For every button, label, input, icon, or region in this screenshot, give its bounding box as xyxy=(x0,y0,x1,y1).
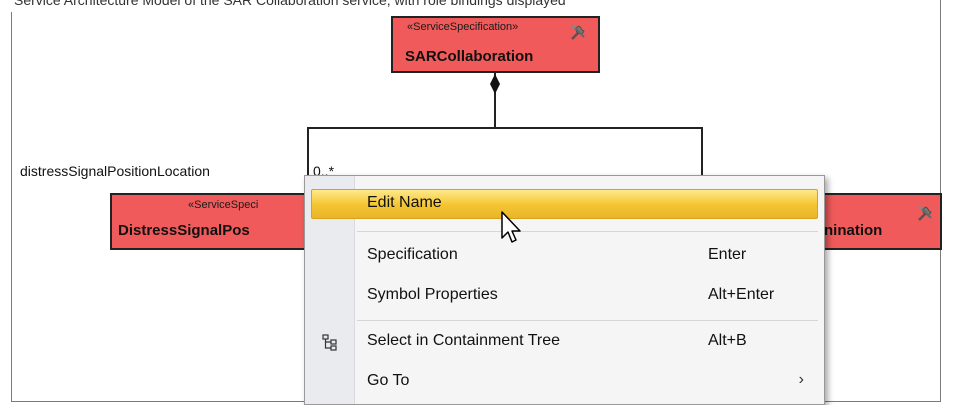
menu-item-label: Symbol Properties xyxy=(367,286,498,303)
composite-diamond-icon xyxy=(490,74,500,94)
role-name-label: distressSignalPositionLocation xyxy=(20,163,210,179)
menu-item-label: Specification xyxy=(367,246,458,263)
menu-item-shortcut: Enter xyxy=(708,246,747,263)
service-spec-block-distresssignalposition[interactable]: «ServiceSpeci DistressSignalPos xyxy=(110,193,310,250)
menu-item-shortcut: Alt+B xyxy=(708,332,747,349)
tools-icon xyxy=(571,24,585,40)
service-spec-block-right[interactable]: nination xyxy=(818,193,942,250)
clipped-caption-strip: Service Architecture Model of the SAR Co… xyxy=(0,0,955,14)
mouse-pointer-icon xyxy=(501,211,521,243)
tools-icon xyxy=(918,205,932,221)
menu-item-symbol-properties[interactable]: Symbol Properties Alt+Enter xyxy=(305,278,824,314)
service-spec-block-sarcollaboration[interactable]: «ServiceSpecification» SARCollaboration xyxy=(391,16,600,73)
context-menu: Edit Name Specification Enter Symbol Pro… xyxy=(304,175,825,405)
stereotype-label: «ServiceSpeci xyxy=(188,199,259,211)
stereotype-label: «ServiceSpecification» xyxy=(407,21,519,33)
block-name[interactable]: nination xyxy=(824,222,882,239)
composition-line-right-drop xyxy=(701,127,703,177)
menu-separator xyxy=(357,320,818,321)
composition-line-horizontal xyxy=(307,127,703,129)
block-name[interactable]: DistressSignalPos xyxy=(118,222,250,239)
menu-item-label: Go To xyxy=(367,372,410,389)
menu-item-label: Edit Name xyxy=(367,194,442,211)
menu-item-specification[interactable]: Specification Enter xyxy=(305,238,824,274)
block-name[interactable]: SARCollaboration xyxy=(405,48,533,65)
clipped-caption: Service Architecture Model of the SAR Co… xyxy=(14,0,566,8)
containment-tree-icon xyxy=(322,334,337,351)
menu-separator xyxy=(357,231,818,232)
menu-item-select-in-containment-tree[interactable]: Select in Containment Tree Alt+B xyxy=(305,324,824,360)
diagram-frame-left xyxy=(11,12,12,402)
composition-line-left-drop xyxy=(307,127,309,177)
menu-item-edit-name[interactable]: Edit Name xyxy=(305,186,824,222)
menu-item-label: Select in Containment Tree xyxy=(367,332,560,349)
submenu-arrow-icon: › xyxy=(798,371,804,388)
menu-item-go-to[interactable]: Go To › xyxy=(305,364,824,400)
menu-item-shortcut: Alt+Enter xyxy=(708,286,775,303)
